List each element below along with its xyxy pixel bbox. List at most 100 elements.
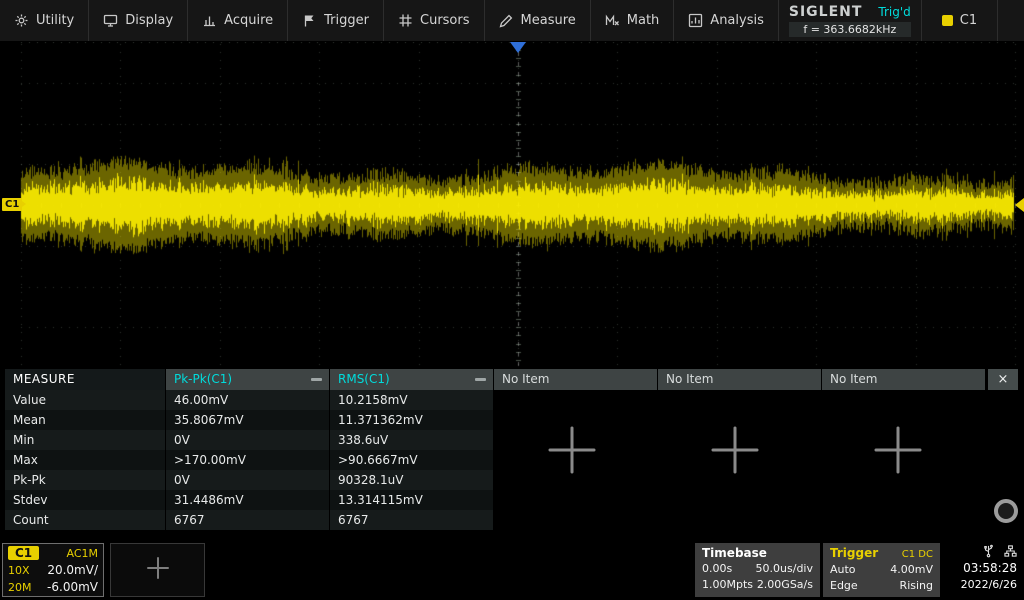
close-measure-button[interactable]: × xyxy=(988,369,1018,390)
channel-attenuation: 10X xyxy=(8,564,30,577)
table-row: Count 6767 6767 xyxy=(5,510,493,530)
menu-item-utility[interactable]: Utility xyxy=(0,0,89,41)
timebase-delay: 0.00s xyxy=(702,561,732,577)
brand-logo: SIGLENT xyxy=(789,4,863,20)
network-icon xyxy=(1004,544,1017,558)
measure-value-cell: 31.4486mV xyxy=(166,490,329,510)
measure-row-label: Count xyxy=(5,510,165,530)
timebase-memory: 1.00Mpts xyxy=(702,577,753,593)
channel-marker-label: C1 xyxy=(5,199,19,210)
measure-column-pkpk[interactable]: Pk-Pk(C1) xyxy=(166,369,329,390)
channel-scale: 20.0mV/ xyxy=(47,563,98,577)
menu-item-trigger[interactable]: Trigger xyxy=(288,0,384,41)
measure-column-label: Pk-Pk(C1) xyxy=(174,372,232,386)
flag-icon xyxy=(302,13,317,28)
menu-item-display[interactable]: Display xyxy=(89,0,188,41)
measure-row-label: Max xyxy=(5,450,165,470)
menu-item-analysis[interactable]: Analysis xyxy=(674,0,779,41)
trigger-position-marker[interactable] xyxy=(510,42,526,53)
analysis-icon xyxy=(688,13,703,28)
add-measurement-plus-icon[interactable] xyxy=(708,423,762,477)
clock-time: 03:58:28 xyxy=(963,559,1017,577)
frequency-counter: f = 363.6682kHz xyxy=(789,22,911,37)
table-row: Mean 35.8067mV 11.371362mV xyxy=(5,410,493,430)
measure-row-label: Stdev xyxy=(5,490,165,510)
menu-bar: Utility Display Acquire Trigger Cursors xyxy=(0,0,1024,42)
measure-column-empty-1[interactable]: No Item xyxy=(494,369,657,390)
menu-item-math[interactable]: Math xyxy=(591,0,675,41)
brand-block: SIGLENT Trig'd f = 363.6682kHz xyxy=(779,0,922,41)
add-channel-box[interactable] xyxy=(110,543,205,597)
measure-column-label: No Item xyxy=(502,372,549,386)
measure-column-empty-3[interactable]: No Item xyxy=(822,369,985,390)
trigger-status-badge: Trig'd xyxy=(878,5,910,19)
trigger-level: 4.00mV xyxy=(890,562,933,578)
menu-item-measure[interactable]: Measure xyxy=(485,0,591,41)
system-info-block: 03:58:28 2022/6/26 xyxy=(940,543,1020,597)
add-measurement-plus-icon[interactable] xyxy=(871,423,925,477)
trigger-descriptor-box[interactable]: Trigger C1 DC Auto 4.00mV Edge Rising xyxy=(823,543,940,597)
timebase-descriptor-box[interactable]: Timebase 0.00s 50.0us/div 1.00Mpts 2.00G… xyxy=(695,543,820,597)
acquire-icon xyxy=(202,13,217,28)
menu-item-label: Measure xyxy=(521,13,576,28)
channel-tab-c1[interactable]: C1 xyxy=(922,0,998,41)
measure-column-label: No Item xyxy=(830,372,877,386)
measure-icon xyxy=(499,13,514,28)
oscilloscope-screen: Utility Display Acquire Trigger Cursors xyxy=(0,0,1024,600)
gesture-knob-button[interactable] xyxy=(994,499,1018,523)
trigger-type: Edge xyxy=(830,578,858,594)
waveform-area[interactable]: C1 xyxy=(0,42,1024,368)
channel-bandwidth: 20M xyxy=(8,581,32,594)
channel-position-marker[interactable]: C1 xyxy=(2,198,22,211)
menu-item-acquire[interactable]: Acquire xyxy=(188,0,288,41)
measure-value-cell: 13.314115mV xyxy=(330,490,493,510)
minimize-dash-icon[interactable] xyxy=(311,378,322,381)
channel-coupling: AC1M xyxy=(66,547,98,560)
measure-value-cell: 0V xyxy=(166,430,329,450)
channel-offset: -6.00mV xyxy=(47,580,98,594)
measure-table: Value 46.00mV 10.2158mV Mean 35.8067mV 1… xyxy=(5,390,493,530)
channel-tab-label: C1 xyxy=(960,13,977,28)
math-icon xyxy=(605,13,620,28)
measure-value-cell: >90.6667mV xyxy=(330,450,493,470)
gear-icon xyxy=(14,13,29,28)
measure-row-label: Value xyxy=(5,390,165,410)
measure-value-cell: 338.6uV xyxy=(330,430,493,450)
measure-row-label: Pk-Pk xyxy=(5,470,165,490)
measure-value-cell: 6767 xyxy=(330,510,493,530)
status-bar: C1 AC1M 10X 20.0mV/ 20M -6.00mV Timebase… xyxy=(0,540,1024,600)
menu-item-label: Display xyxy=(125,13,173,28)
measure-value-cell: 0V xyxy=(166,470,329,490)
table-row: Max >170.00mV >90.6667mV xyxy=(5,450,493,470)
waveform-canvas[interactable] xyxy=(0,42,1024,368)
menu-bar-spacer xyxy=(998,0,1024,41)
add-measurement-plus-icon[interactable] xyxy=(545,423,599,477)
timebase-scale: 50.0us/div xyxy=(756,561,813,577)
add-channel-plus-icon xyxy=(145,555,171,585)
measure-column-empty-2[interactable]: No Item xyxy=(658,369,821,390)
measure-value-cell: 11.371362mV xyxy=(330,410,493,430)
timebase-title: Timebase xyxy=(702,546,813,561)
usb-icon xyxy=(982,544,995,558)
measure-row-label: Min xyxy=(5,430,165,450)
menu-item-label: Math xyxy=(627,13,660,28)
menu-item-label: Cursors xyxy=(420,13,470,28)
cursors-icon xyxy=(398,13,413,28)
measure-column-label: No Item xyxy=(666,372,713,386)
menu-item-label: Trigger xyxy=(324,13,369,28)
trigger-level-marker[interactable] xyxy=(1015,198,1024,212)
menu-item-label: Utility xyxy=(36,13,74,28)
measure-header-row: MEASURE Pk-Pk(C1) RMS(C1) No Item No Ite… xyxy=(5,369,985,390)
channel-descriptor-box[interactable]: C1 AC1M 10X 20.0mV/ 20M -6.00mV xyxy=(2,543,104,597)
menu-item-cursors[interactable]: Cursors xyxy=(384,0,485,41)
table-row: Stdev 31.4486mV 13.314115mV xyxy=(5,490,493,510)
channel-color-icon xyxy=(942,15,953,26)
trigger-title: Trigger xyxy=(830,546,878,561)
measure-column-label: RMS(C1) xyxy=(338,372,390,386)
trigger-source: C1 DC xyxy=(902,547,933,562)
minimize-dash-icon[interactable] xyxy=(475,378,486,381)
table-row: Value 46.00mV 10.2158mV xyxy=(5,390,493,410)
measure-value-cell: 6767 xyxy=(166,510,329,530)
measure-column-rms[interactable]: RMS(C1) xyxy=(330,369,493,390)
measure-panel-title: MEASURE xyxy=(5,369,165,390)
